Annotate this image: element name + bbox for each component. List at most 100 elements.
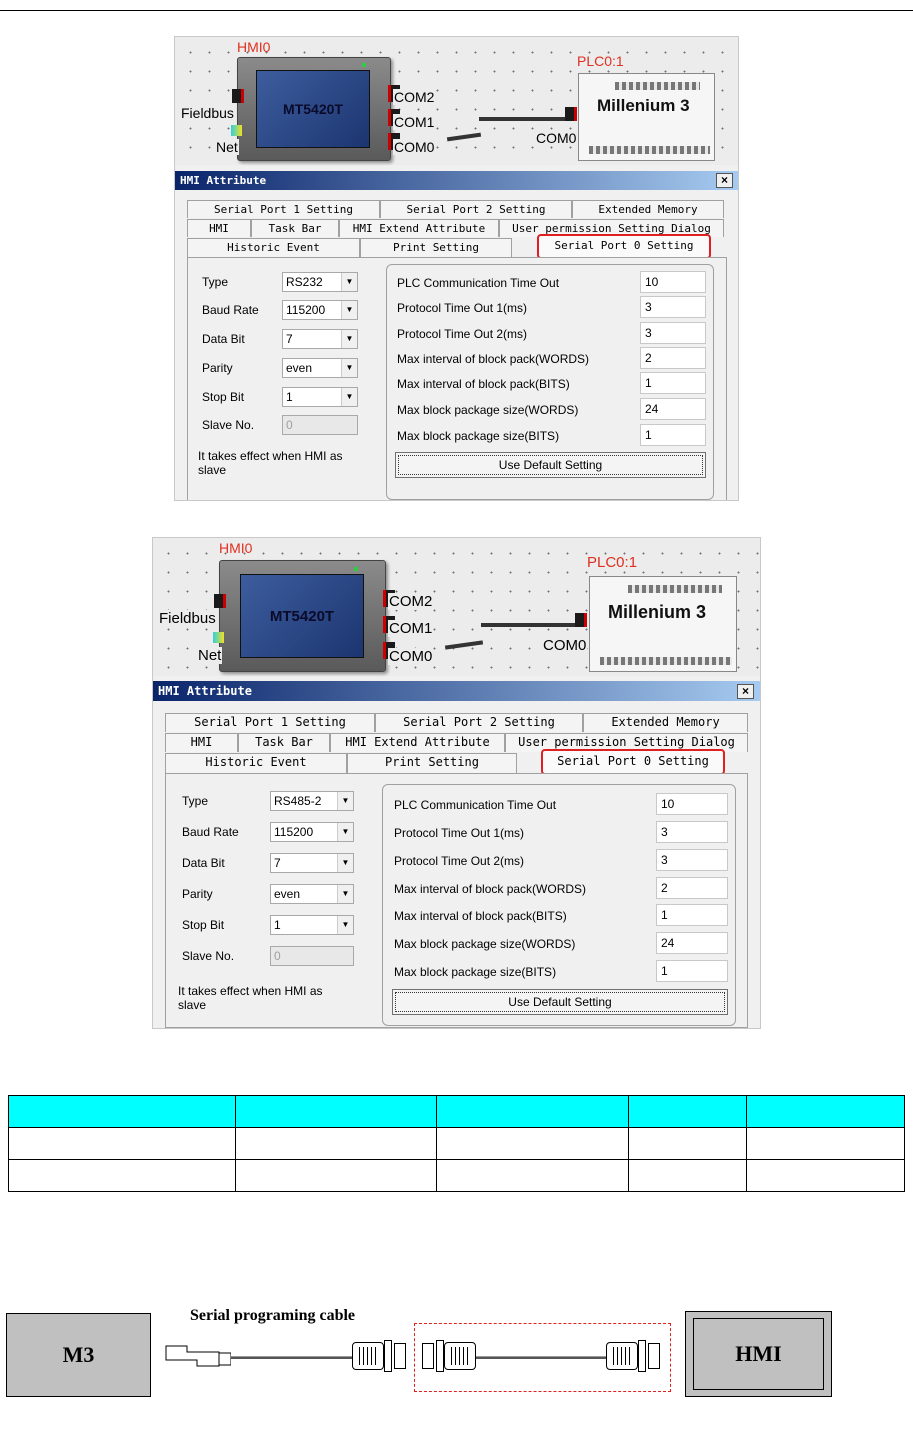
block-size-bits-input[interactable]: 1: [656, 960, 728, 982]
use-default-button[interactable]: Use Default Setting: [395, 452, 706, 478]
hmi-device[interactable]: MT5420T: [237, 57, 391, 161]
table-cell: [628, 1095, 748, 1128]
use-default-button[interactable]: Use Default Setting: [392, 989, 728, 1015]
tab-print-setting[interactable]: Print Setting: [347, 753, 517, 773]
tab-extended-memory[interactable]: Extended Memory: [583, 713, 748, 732]
screenshot-rs232: HMI0 MT5420T Fieldbus Net COM2 COM1 COM0…: [174, 36, 739, 501]
programming-plug-icon: [165, 1345, 231, 1367]
tab-print-setting[interactable]: Print Setting: [360, 238, 512, 257]
net-icon: [213, 632, 224, 643]
setting-label: Max block package size(BITS): [397, 429, 560, 443]
tab-hmi-extend-attribute[interactable]: HMI Extend Attribute: [330, 733, 505, 752]
tab-task-bar[interactable]: Task Bar: [238, 733, 330, 752]
chevron-down-icon: ▼: [341, 330, 357, 348]
serial-port-0-panel: Type RS232 ▼ Baud Rate 115200 ▼ Data Bit 7…: [187, 257, 727, 500]
stop-bit-label: Stop Bit: [202, 390, 245, 404]
block-interval-words-input[interactable]: 2: [656, 877, 728, 899]
baud-rate-select[interactable]: 115200 ▼: [282, 300, 358, 320]
tab-serial-port-2[interactable]: Serial Port 2 Setting: [375, 713, 583, 732]
link-cable: [446, 132, 482, 142]
plc-com0-port-icon[interactable]: [575, 613, 587, 627]
data-bit-select[interactable]: 7 ▼: [282, 329, 358, 349]
setting-label: Max interval of block pack(BITS): [394, 909, 567, 923]
tab-historic-event[interactable]: Historic Event: [165, 753, 347, 773]
block-size-words-input[interactable]: 24: [656, 932, 728, 954]
plc-timeout-input[interactable]: 10: [656, 793, 728, 815]
tab-serial-port-0[interactable]: Serial Port 0 Setting: [541, 749, 725, 775]
baud-rate-select[interactable]: 115200 ▼: [270, 822, 354, 842]
protocol-timeout-1-input[interactable]: 3: [640, 296, 706, 318]
table-cell: [628, 1127, 748, 1160]
plc-name: Millenium 3: [597, 96, 690, 115]
hmi-label: HMI0: [219, 540, 253, 556]
tab-hmi[interactable]: HMI: [187, 219, 251, 237]
table-row: [8, 1127, 905, 1160]
block-size-words-input[interactable]: 24: [640, 398, 706, 420]
data-bit-label: Data Bit: [202, 332, 245, 346]
connector-shell: [638, 1340, 646, 1372]
type-label: Type: [182, 794, 209, 808]
table-header-row: [8, 1095, 905, 1128]
net-label: Net: [197, 647, 223, 664]
stop-bit-select[interactable]: 1 ▼: [270, 915, 354, 935]
tab-historic-event[interactable]: Historic Event: [187, 238, 360, 257]
close-button[interactable]: ×: [716, 173, 733, 188]
block-size-bits-input[interactable]: 1: [640, 424, 706, 446]
com0-label: COM0: [393, 139, 436, 155]
tab-hmi-extend-attribute[interactable]: HMI Extend Attribute: [339, 219, 499, 237]
block-interval-bits-input[interactable]: 1: [656, 904, 728, 926]
table-cell: [8, 1159, 236, 1192]
connector-end: [648, 1343, 660, 1369]
type-select[interactable]: RS485-2 ▼: [270, 791, 354, 811]
hmi-label: HMI0: [237, 39, 271, 55]
stop-bit-select[interactable]: 1 ▼: [282, 387, 358, 407]
hmi-box-frame: HMI: [685, 1311, 832, 1397]
plc-device[interactable]: Millenium 3: [589, 576, 737, 672]
tab-hmi[interactable]: HMI: [165, 733, 238, 752]
chevron-down-icon: ▼: [341, 301, 357, 319]
net-icon: [231, 125, 242, 136]
plc-timeout-input[interactable]: 10: [640, 271, 706, 293]
setting-label: Protocol Time Out 2(ms): [397, 327, 528, 341]
tab-task-bar[interactable]: Task Bar: [251, 219, 339, 237]
tab-serial-port-1[interactable]: Serial Port 1 Setting: [187, 200, 380, 218]
net-label: Net: [215, 139, 239, 155]
block-interval-bits-input[interactable]: 1: [640, 372, 706, 394]
tab-serial-port-2[interactable]: Serial Port 2 Setting: [380, 200, 572, 218]
tab-serial-port-1[interactable]: Serial Port 1 Setting: [165, 713, 375, 732]
type-label: Type: [202, 275, 229, 289]
setting-label: PLC Communication Time Out: [397, 276, 560, 290]
stop-bit-label: Stop Bit: [182, 918, 225, 932]
tab-serial-port-0[interactable]: Serial Port 0 Setting: [537, 234, 711, 259]
protocol-timeout-2-input[interactable]: 3: [656, 849, 728, 871]
setting-label: Protocol Time Out 1(ms): [397, 301, 528, 315]
db9-connector-icon: [444, 1342, 476, 1370]
m3-box: M3: [6, 1313, 151, 1397]
setting-label: PLC Communication Time Out: [394, 798, 557, 812]
hmi-device[interactable]: MT5420T: [219, 560, 386, 672]
table-cell: [746, 1159, 905, 1192]
tab-extended-memory[interactable]: Extended Memory: [572, 200, 724, 218]
plc-port-label: COM0: [535, 130, 578, 146]
table-cell: [435, 1159, 630, 1192]
slave-no-label: Slave No.: [182, 949, 235, 963]
chevron-down-icon: ▼: [341, 388, 357, 406]
fieldbus-port-icon: [232, 89, 244, 103]
block-interval-words-input[interactable]: 2: [640, 347, 706, 369]
close-button[interactable]: ×: [737, 684, 754, 699]
type-select[interactable]: RS232 ▼: [282, 272, 358, 292]
parity-select[interactable]: even ▼: [282, 358, 358, 378]
plc-com0-port-icon[interactable]: [565, 107, 577, 121]
chevron-down-icon: ▼: [341, 273, 357, 291]
hmi-box: HMI: [693, 1318, 824, 1390]
data-bit-select[interactable]: 7 ▼: [270, 853, 354, 873]
plc-port-label: COM0: [542, 637, 588, 654]
plc-device[interactable]: Millenium 3: [578, 73, 715, 161]
baud-rate-label: Baud Rate: [182, 825, 239, 839]
protocol-timeout-1-input[interactable]: 3: [656, 821, 728, 843]
hmi-model: MT5420T: [283, 101, 343, 117]
protocol-timeout-2-input[interactable]: 3: [640, 322, 706, 344]
parity-select[interactable]: even ▼: [270, 884, 354, 904]
table-cell: [234, 1159, 437, 1192]
setting-label: Max interval of block pack(BITS): [397, 377, 570, 391]
